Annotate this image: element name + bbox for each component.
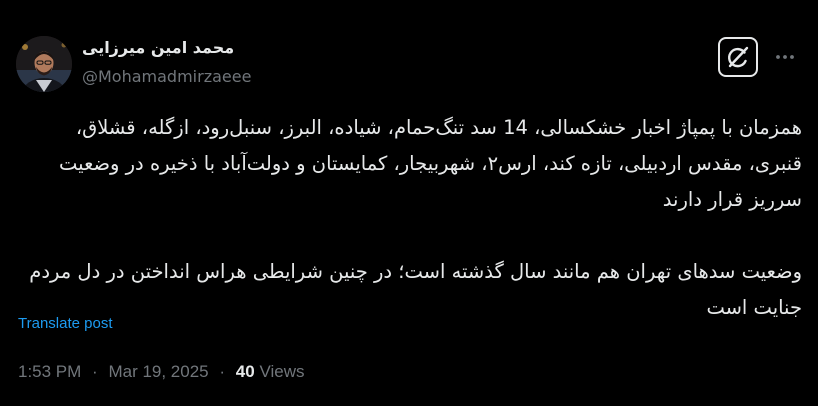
author-display-name[interactable]: محمد امین میرزایی [82,38,234,57]
post-metadata: 1:53 PM · Mar 19, 2025 · 40 Views [18,362,304,382]
post-date[interactable]: Mar 19, 2025 [108,362,208,381]
translate-post-link[interactable]: Translate post [18,315,113,332]
grok-slash-icon [728,46,749,68]
author-handle[interactable]: @Mohamadmirzaeee [82,67,251,86]
post-text: همزمان با پمپاژ اخبار خشکسالی، 14 سد تنگ… [29,116,802,319]
separator-dot: · [219,362,226,381]
avatar[interactable] [16,36,72,92]
grok-button[interactable] [718,37,758,77]
more-options-button[interactable] [770,46,800,68]
post-time[interactable]: 1:53 PM [18,362,81,381]
separator-dot: · [92,362,98,381]
profile-photo-icon [16,36,72,92]
more-dots-icon [776,55,794,59]
views-label: Views [259,362,305,381]
tweet-card: محمد امین میرزایی @Mohamadmirzaeee همزما… [0,0,818,406]
views-count: 40 [235,362,255,381]
